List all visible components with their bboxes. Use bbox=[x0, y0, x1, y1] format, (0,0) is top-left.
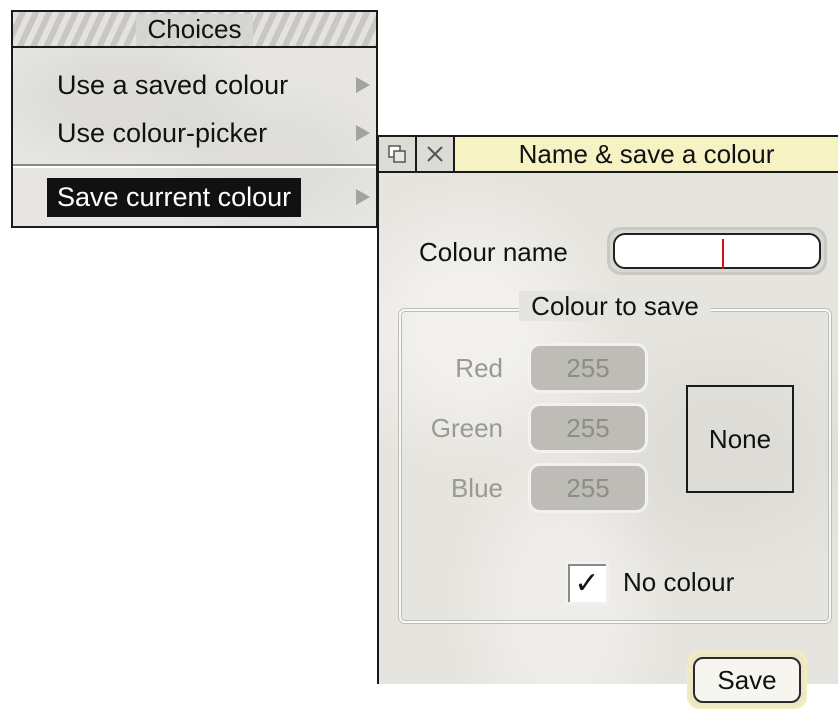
menu-title: Choices bbox=[135, 13, 254, 45]
colour-preview-swatch: None bbox=[686, 385, 794, 493]
choices-menu: Choices Use a saved colour Use colour-pi… bbox=[11, 10, 378, 228]
menu-item-use-saved-colour[interactable]: Use a saved colour bbox=[13, 62, 376, 108]
text-caret bbox=[722, 239, 724, 269]
no-colour-label[interactable]: No colour bbox=[623, 567, 734, 598]
green-value-field: 255 bbox=[528, 403, 648, 453]
menu-item-label: Save current colour bbox=[47, 177, 302, 217]
blue-label: Blue bbox=[450, 473, 503, 503]
window-title: Name & save a colour bbox=[455, 137, 838, 171]
menu-item-use-colour-picker[interactable]: Use colour-picker bbox=[13, 110, 376, 156]
save-colour-dialog: Name & save a colour Colour name Colour … bbox=[377, 135, 838, 709]
menu-item-label: Use a saved colour bbox=[57, 69, 289, 100]
colour-name-input[interactable] bbox=[613, 233, 821, 269]
save-button-label: Save bbox=[693, 657, 801, 703]
colour-to-save-group: Colour to save Red 255 Green 255 Blue 25… bbox=[399, 291, 831, 623]
blue-value-field: 255 bbox=[528, 463, 648, 513]
menu-item-label: Use colour-picker bbox=[57, 117, 268, 148]
submenu-arrow-icon bbox=[356, 77, 370, 93]
red-label: Red bbox=[455, 353, 503, 383]
submenu-arrow-icon bbox=[356, 125, 370, 141]
menu-separator bbox=[13, 164, 376, 168]
group-title: Colour to save bbox=[519, 291, 711, 321]
dialog-body: Colour name Colour to save Red 255 Green… bbox=[379, 173, 838, 709]
submenu-arrow-icon bbox=[356, 189, 370, 205]
green-label: Green bbox=[430, 413, 503, 443]
menu-title-bar: Choices bbox=[13, 12, 376, 48]
colour-name-field-frame bbox=[607, 227, 827, 275]
close-button[interactable] bbox=[417, 137, 455, 171]
colour-name-label: Colour name bbox=[419, 237, 568, 267]
back-button[interactable] bbox=[379, 137, 417, 171]
close-icon bbox=[427, 146, 443, 162]
save-button[interactable]: Save bbox=[687, 651, 807, 709]
menu-item-save-current-colour[interactable]: Save current colour bbox=[13, 174, 376, 220]
title-bar: Name & save a colour bbox=[379, 137, 838, 173]
no-colour-checkbox[interactable]: ✓ bbox=[565, 561, 609, 605]
group-title-wrap: Colour to save bbox=[401, 291, 829, 322]
red-value-field: 255 bbox=[528, 343, 648, 393]
back-icon bbox=[388, 145, 406, 163]
